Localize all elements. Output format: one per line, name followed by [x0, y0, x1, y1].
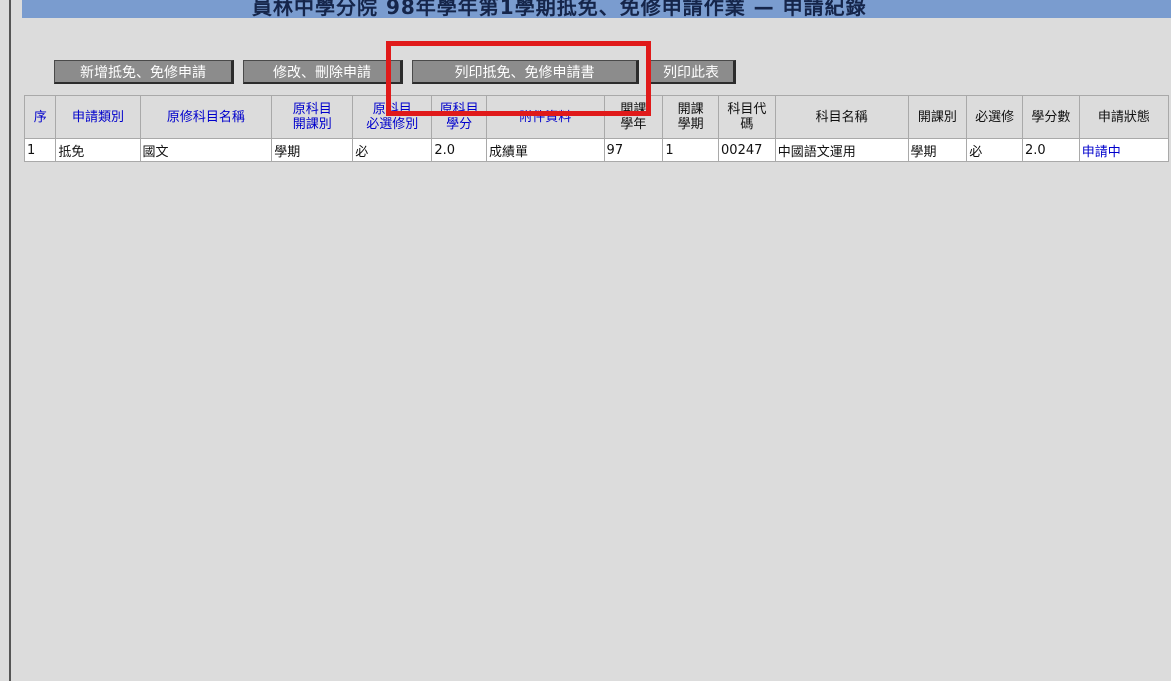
title-bar: 員林中學分院 98年學年第1學期抵免、免修申請作業 — 申請紀錄 [22, 0, 1171, 18]
header-required-elective: 必選修 [966, 95, 1023, 139]
table-cell: 成績單 [486, 138, 605, 162]
header-seq[interactable]: 序 [23, 95, 57, 139]
table-cell: 1 [23, 138, 57, 162]
print-application-form-button[interactable]: 列印抵免、免修申請書 [412, 60, 639, 84]
header-course-name: 科目名稱 [774, 95, 909, 139]
header-application-status: 申請狀態 [1078, 95, 1170, 139]
header-original-course-session[interactable]: 原科目 開課別 [271, 95, 354, 139]
table-body: 1 抵免 國文 學期必 2.0 成績單 97 1 00247 中國語文運用 學期必 2.0 申請中 [23, 138, 1170, 162]
table-cell: 2.0 [431, 138, 488, 162]
table-cell: 抵免 [55, 138, 141, 162]
header-original-credits[interactable]: 原科目 學分 [431, 95, 488, 139]
table-cell: 00247 [718, 138, 776, 162]
header-original-course-name[interactable]: 原修科目名稱 [139, 95, 273, 139]
header-semester: 開課 學期 [662, 95, 720, 139]
table-cell: 必 [966, 138, 1023, 162]
header-application-type[interactable]: 申請類別 [55, 95, 141, 139]
table-row[interactable]: 1 抵免 國文 學期必 2.0 成績單 97 1 00247 中國語文運用 學期必 2.0 申請中 [23, 138, 1170, 162]
print-table-button[interactable]: 列印此表 [648, 60, 736, 84]
header-course-code: 科目代碼 [718, 95, 776, 139]
edit-delete-application-button[interactable]: 修改、刪除申請 [243, 60, 403, 84]
left-border [0, 0, 11, 681]
table-header-row: 序 申請類別 原修科目名稱 原科目 開課別 原科目 必選修別 原科目 學分 附件資料 … [23, 95, 1170, 139]
applications-table: 序 申請類別 原修科目名稱 原科目 開課別 原科目 必選修別 原科目 學分 附件資料 … [23, 95, 1170, 162]
table-cell: 學期 [271, 138, 354, 162]
header-original-required-elective[interactable]: 原科目 必選修別 [352, 95, 433, 139]
page-title: 員林中學分院 98年學年第1學期抵免、免修申請作業 — 申請紀錄 [252, 0, 867, 18]
header-credits: 學分數 [1021, 95, 1080, 139]
table-cell: 必 [352, 138, 433, 162]
table-cell: 國文 [139, 138, 273, 162]
add-application-button[interactable]: 新增抵免、免修申請 [54, 60, 234, 84]
table-cell: 1 [662, 138, 720, 162]
table-cell: 2.0 [1021, 138, 1080, 162]
table-cell: 學期 [907, 138, 968, 162]
header-course-session: 開課別 [907, 95, 968, 139]
table-cell[interactable]: 申請中 [1078, 138, 1170, 162]
table-cell: 97 [603, 138, 664, 162]
table-cell: 中國語文運用 [774, 138, 909, 162]
header-attachment[interactable]: 附件資料 [486, 95, 605, 139]
header-academic-year: 開課 學年 [603, 95, 664, 139]
